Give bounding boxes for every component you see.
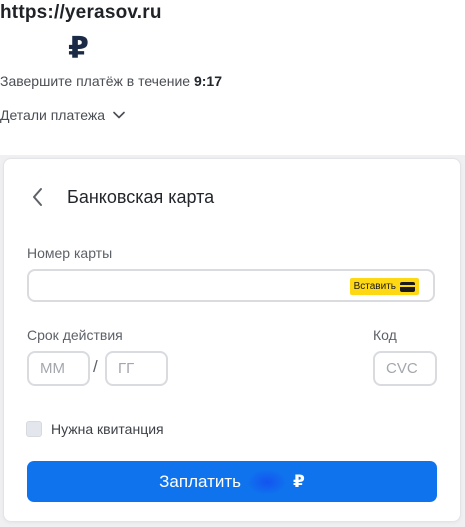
payment-timer: Завершите платёж в течение 9:17 [0, 73, 222, 89]
expiry-label: Срок действия [27, 327, 123, 343]
card-number-field[interactable]: Вставить [27, 269, 435, 302]
currency-symbol: ₽ [68, 32, 89, 65]
paste-button-label: Вставить [353, 281, 396, 292]
card-number-input[interactable] [29, 271, 349, 300]
expiry-year-input[interactable] [107, 353, 166, 384]
cvc-field[interactable] [373, 351, 437, 386]
payment-amount: ₽ [0, 30, 200, 68]
receipt-checkbox-row[interactable]: Нужна квитанция [26, 421, 164, 437]
receipt-checkbox-label: Нужна квитанция [51, 421, 164, 437]
pay-button-currency: ₽ [293, 471, 305, 491]
pay-amount-blurred [247, 468, 287, 495]
expiry-month-field[interactable] [27, 351, 90, 386]
receipt-checkbox[interactable] [26, 421, 42, 437]
paste-button[interactable]: Вставить [349, 278, 419, 295]
cvc-input[interactable] [375, 353, 435, 384]
cvc-label: Код [373, 327, 397, 343]
expiry-month-input[interactable] [29, 353, 88, 384]
chevron-left-icon [33, 188, 42, 206]
pay-button-label: Заплатить [159, 471, 241, 491]
expiry-year-field[interactable] [105, 351, 168, 386]
timer-text: Завершите платёж в течение [0, 73, 191, 89]
timer-value: 9:17 [193, 73, 223, 89]
chevron-down-icon [113, 111, 125, 119]
payment-header: https://yerasov.ru ₽ Завершите платёж в … [0, 0, 465, 155]
bank-card-form: Банковская карта Номер карты Вставить Ср… [3, 158, 461, 522]
form-title: Банковская карта [67, 187, 215, 207]
site-url: https://yerasov.ru [0, 2, 162, 23]
pay-button[interactable]: Заплатить ₽ [27, 461, 437, 502]
payment-details-toggle[interactable]: Детали платежа [0, 107, 125, 123]
expiry-separator: / [93, 357, 98, 376]
payment-details-label: Детали платежа [0, 107, 105, 123]
card-number-label: Номер карты [27, 245, 113, 261]
credit-card-icon [400, 281, 415, 292]
back-button[interactable] [28, 185, 48, 209]
